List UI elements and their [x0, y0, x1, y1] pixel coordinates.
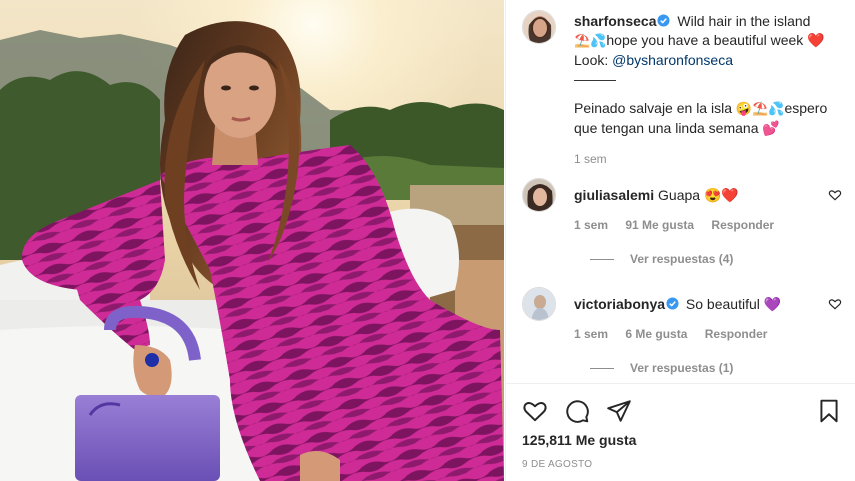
view-replies-button[interactable]: Ver respuestas (4): [590, 252, 733, 266]
comment-time[interactable]: 1 sem: [574, 327, 608, 341]
caption-es-line2: que tengan una linda semana: [574, 120, 759, 136]
likes-count[interactable]: 125,811 Me gusta: [522, 432, 636, 448]
red-heart-icon: ❤️: [807, 32, 825, 48]
comment-icon[interactable]: [564, 398, 590, 424]
post-image: [0, 0, 504, 481]
author-avatar[interactable]: [522, 10, 556, 44]
share-icon[interactable]: [606, 398, 632, 424]
post-time[interactable]: 1 sem: [574, 150, 854, 169]
caption-line2: hope you have a beautiful week: [606, 32, 804, 48]
caption-look-prefix: Look:: [574, 52, 609, 68]
island-emoji-icon: ⛱️💦: [574, 34, 607, 49]
caption-line1: Wild hair in the island: [677, 13, 811, 29]
commenter-avatar[interactable]: [522, 287, 556, 321]
comment-time[interactable]: 1 sem: [574, 218, 608, 232]
wink-island-emoji-icon: 🤪⛱️💦: [735, 102, 785, 117]
commenter-username[interactable]: giuliasalemi: [574, 187, 654, 203]
commenter-username[interactable]: victoriabonya: [574, 296, 665, 312]
post-actions-bar: 125,811 Me gusta 9 DE AGOSTO: [506, 383, 855, 481]
post-date: 9 DE AGOSTO: [522, 459, 593, 470]
post-caption: sharfonseca Wild hair in the island ⛱️💦h…: [574, 12, 854, 169]
commenter-avatar[interactable]: [522, 178, 556, 212]
caption-mention-link[interactable]: @bysharonfonseca: [612, 52, 733, 68]
reply-button[interactable]: Responder: [711, 218, 774, 232]
comment-likes[interactable]: 6 Me gusta: [625, 327, 687, 341]
comment-text: So beautiful: [685, 296, 760, 312]
heart-eyes-emoji-icon: 😍❤️: [703, 187, 739, 203]
caption-es-line1b: espero: [784, 100, 828, 116]
heart-icon[interactable]: [522, 398, 548, 424]
comment-like-heart-icon[interactable]: [828, 188, 842, 202]
caption-es-line1: Peinado salvaje en la isla: [574, 100, 732, 116]
pink-heart-icon: 💕: [762, 120, 780, 136]
purple-heart-icon: 💜: [763, 296, 782, 312]
verified-badge-icon: [666, 297, 679, 310]
post-photo[interactable]: [0, 0, 504, 481]
view-replies-label: Ver respuestas (4): [630, 252, 734, 266]
comment-likes[interactable]: 91 Me gusta: [625, 218, 694, 232]
comment-like-heart-icon[interactable]: [828, 297, 842, 311]
bookmark-icon[interactable]: [816, 398, 842, 424]
replies-divider: [590, 368, 614, 370]
author-username[interactable]: sharfonseca: [574, 13, 656, 29]
post-details-panel: sharfonseca Wild hair in the island ⛱️💦h…: [505, 0, 855, 481]
comment-text: Guapa: [658, 187, 701, 203]
caption-divider: ———: [574, 71, 616, 87]
verified-badge-icon: [657, 14, 671, 27]
view-replies-button[interactable]: Ver respuestas (1): [590, 361, 733, 375]
reply-button[interactable]: Responder: [705, 327, 768, 341]
replies-divider: [590, 259, 614, 261]
view-replies-label: Ver respuestas (1): [630, 361, 734, 375]
